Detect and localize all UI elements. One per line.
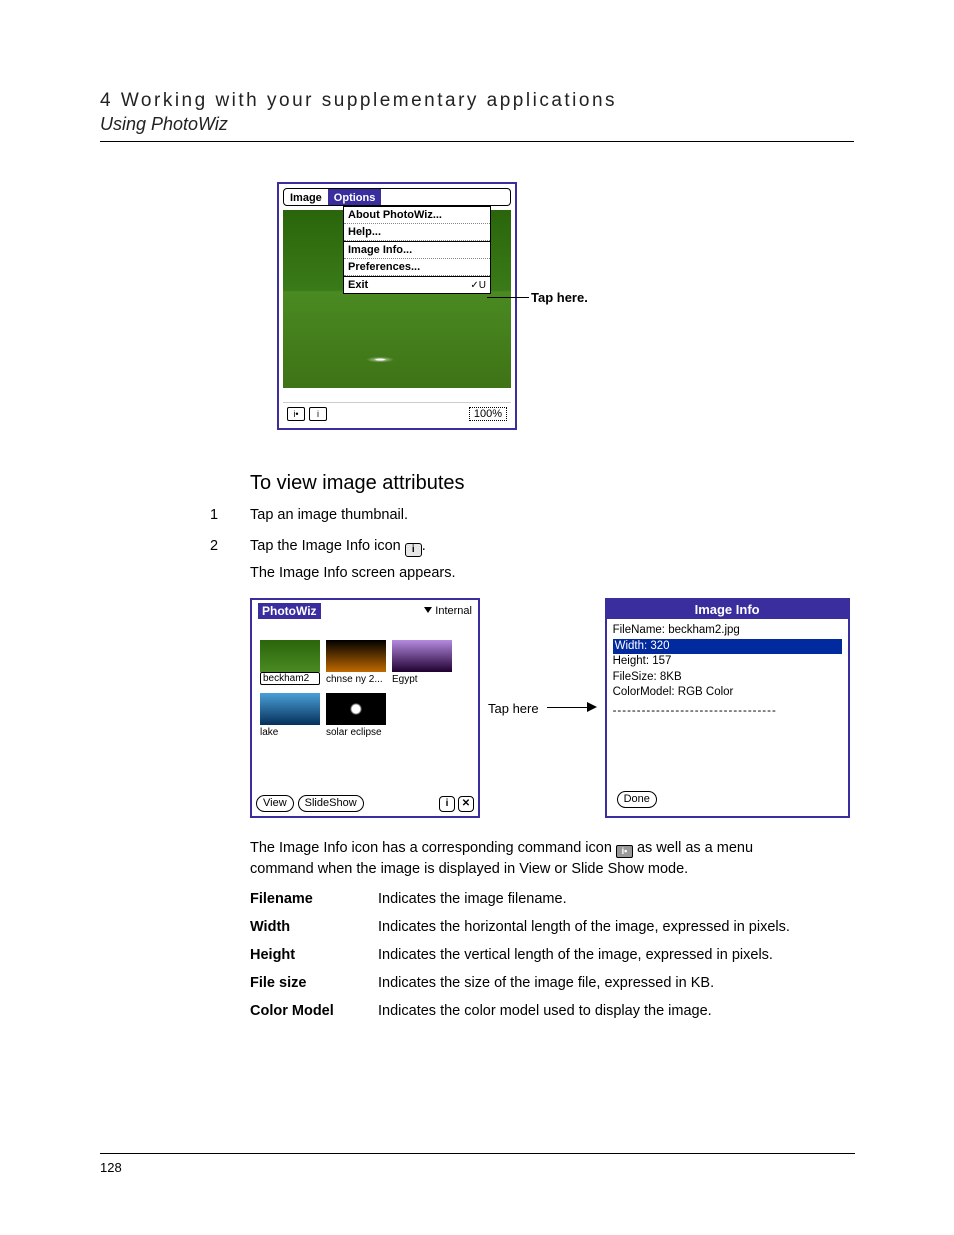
colormodel-row: ColorModel: RGB Color	[613, 685, 842, 701]
def-filesize: File size Indicates the size of the imag…	[250, 975, 854, 991]
thumbnail[interactable]: beckham2	[260, 640, 320, 685]
info-icon-button[interactable]: i	[439, 796, 455, 812]
width-row: Width: 320	[613, 639, 842, 655]
menu-options[interactable]: Options	[328, 189, 382, 205]
command-icon[interactable]: i•	[287, 407, 305, 421]
callout-leader	[487, 297, 529, 298]
definitions-table: Filename Indicates the image filename. W…	[250, 891, 854, 1019]
menu-image[interactable]: Image	[284, 189, 328, 205]
step-number: 1	[210, 505, 250, 526]
def-colormodel: Color Model Indicates the color model us…	[250, 1003, 854, 1019]
def-filename: Filename Indicates the image filename.	[250, 891, 854, 907]
menu-help[interactable]: Help...	[344, 224, 490, 241]
dialog-body: FileName: beckham2.jpg Width: 320 Height…	[607, 619, 848, 721]
image-info-dialog: Image Info FileName: beckham2.jpg Width:…	[605, 598, 850, 818]
bottom-toolbar: i• i 100%	[283, 402, 511, 424]
page-header: 4 Working with your supplementary applic…	[100, 90, 854, 142]
info-icon: i	[405, 543, 422, 557]
menu-about[interactable]: About PhotoWiz...	[344, 207, 490, 224]
shortcut-label: ✓U	[470, 280, 486, 291]
options-dropdown: About PhotoWiz... Help... Image Info... …	[343, 206, 491, 294]
step-subtext: The Image Info screen appears.	[250, 563, 854, 584]
page: 4 Working with your supplementary applic…	[0, 0, 954, 1071]
body-paragraph: The Image Info icon has a corresponding …	[250, 838, 810, 879]
step-2: 2 Tap the Image Info icon i. The Image I…	[210, 536, 854, 584]
height-row: Height: 157	[613, 654, 842, 670]
photo-content	[313, 346, 481, 380]
filesize-row: FileSize: 8KB	[613, 670, 842, 686]
separator: ----------------------------------	[613, 705, 842, 717]
procedure-title: To view image attributes	[250, 472, 854, 495]
dialog-title: Image Info	[607, 600, 848, 619]
menu-exit[interactable]: Exit ✓U	[344, 277, 490, 293]
callout-tap-here-2: Tap here	[488, 701, 539, 716]
delete-icon-button[interactable]: ✕	[458, 796, 474, 812]
thumbnail[interactable]: chnse ny 2...	[326, 640, 386, 685]
zoom-level[interactable]: 100%	[469, 407, 507, 421]
done-button[interactable]: Done	[617, 791, 657, 808]
figure-1: Image Options About PhotoWiz... Help... …	[100, 182, 854, 442]
command-icon: i•	[616, 845, 633, 858]
filename-row: FileName: beckham2.jpg	[613, 623, 842, 639]
thumbnail[interactable]: solar eclipse	[326, 693, 386, 738]
callout-tap-here: Tap here.	[531, 290, 588, 305]
section-title-header: Using PhotoWiz	[100, 114, 854, 135]
info-icon[interactable]: i	[309, 407, 327, 421]
def-width: Width Indicates the horizontal length of…	[250, 919, 854, 935]
step-number: 2	[210, 536, 250, 584]
figure-2: PhotoWiz Internal beckham2 chnse ny 2...…	[250, 598, 854, 818]
arrow-icon	[547, 698, 597, 718]
app-name: PhotoWiz	[258, 603, 321, 619]
palm-screen-options: Image Options About PhotoWiz... Help... …	[277, 182, 517, 430]
menu-image-info[interactable]: Image Info...	[344, 242, 490, 259]
step-text: Tap the Image Info icon i. The Image Inf…	[250, 536, 854, 584]
thumbnail[interactable]: Egypt	[392, 640, 452, 685]
thumbnail[interactable]: lake	[260, 693, 320, 738]
bottom-buttons: View SlideShow i ✕	[256, 795, 474, 812]
chapter-title: 4 Working with your supplementary applic…	[100, 90, 854, 112]
step-1: 1 Tap an image thumbnail.	[210, 505, 854, 526]
steps-list: 1 Tap an image thumbnail. 2 Tap the Imag…	[210, 505, 854, 584]
step-text: Tap an image thumbnail.	[250, 505, 854, 526]
thumbnail-grid: beckham2 chnse ny 2... Egypt lake solar …	[260, 640, 470, 740]
app-topbar: PhotoWiz Internal	[252, 600, 478, 622]
view-button[interactable]: View	[256, 795, 294, 812]
menu-bar: Image Options	[283, 188, 511, 206]
storage-selector[interactable]: Internal	[424, 605, 472, 617]
photowiz-browser-screen: PhotoWiz Internal beckham2 chnse ny 2...…	[250, 598, 480, 818]
def-height: Height Indicates the vertical length of …	[250, 947, 854, 963]
dropdown-icon	[424, 607, 432, 613]
menu-preferences[interactable]: Preferences...	[344, 259, 490, 276]
page-number: 128	[100, 1153, 855, 1175]
slideshow-button[interactable]: SlideShow	[298, 795, 364, 812]
